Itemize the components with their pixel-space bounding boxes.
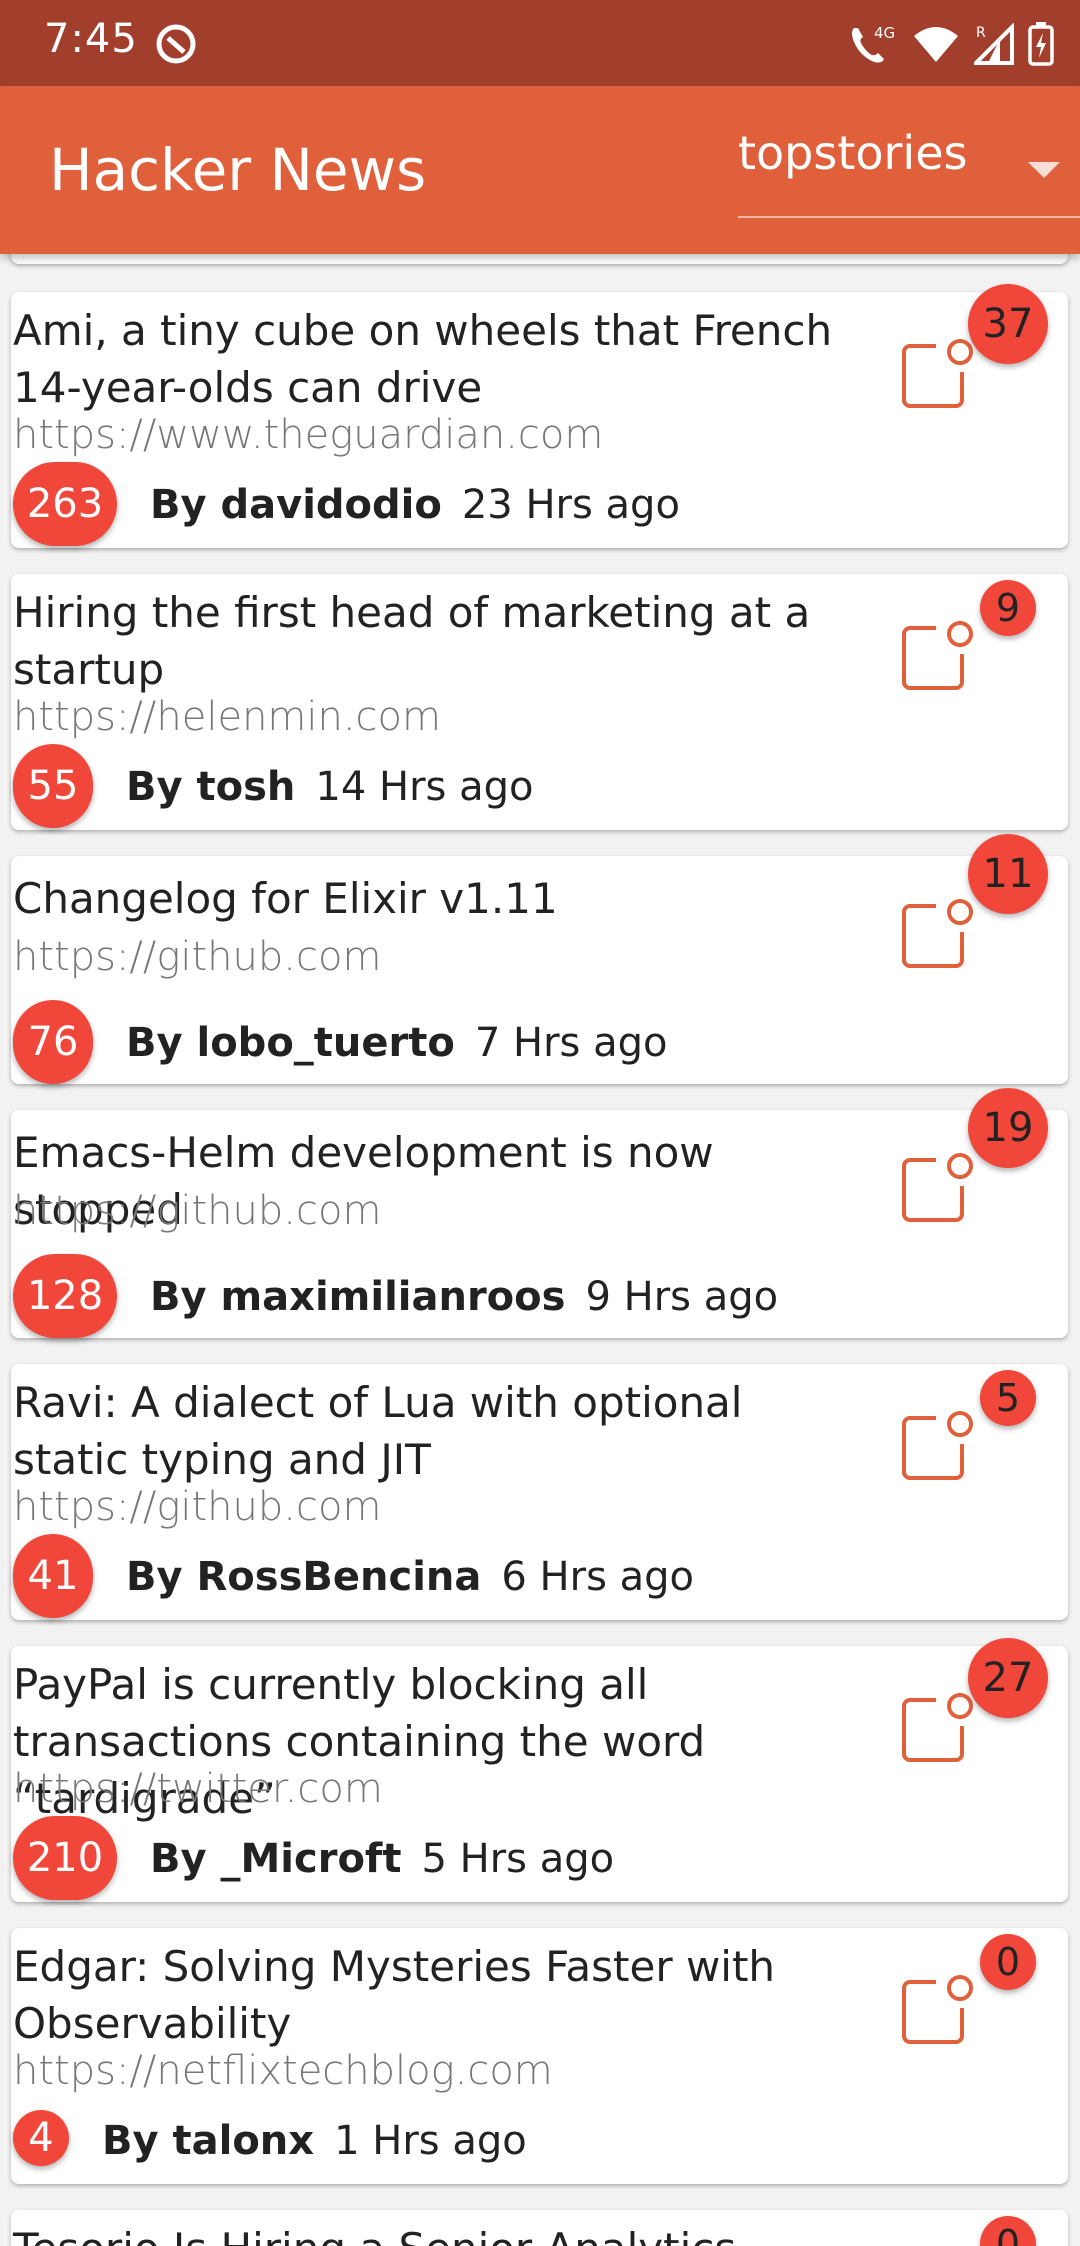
story-byline: By talonx 1 Hrs ago [102,2118,527,2164]
story-url[interactable]: https://twitter.com [13,1766,383,1812]
score-badge: 263 [13,462,117,546]
score-badge: 128 [13,1254,117,1338]
story-card[interactable]: Changelog for Elixir v1.11 https://githu… [11,834,1068,1084]
share-icon[interactable] [898,1688,978,1768]
story-time: 14 Hrs ago [315,764,534,810]
story-author[interactable]: By tosh [126,764,295,810]
comment-count-badge[interactable]: 0 [980,2216,1036,2246]
story-byline: By _Microft 5 Hrs ago [150,1836,614,1882]
story-author[interactable]: By maximilianroos [150,1274,565,1320]
story-type-dropdown[interactable]: topstories [738,116,1080,218]
svg-text:R: R [976,25,986,41]
comment-count-badge[interactable]: 0 [980,1934,1036,1990]
wifi-icon [914,27,958,62]
story-byline: By maximilianroos 9 Hrs ago [150,1274,778,1320]
story-author[interactable]: By RossBencina [126,1554,481,1600]
score-badge: 210 [13,1816,117,1900]
score-badge: 41 [13,1534,93,1618]
story-author[interactable]: By lobo_tuerto [126,1020,455,1066]
story-time: 6 Hrs ago [501,1554,694,1600]
comment-count-badge[interactable]: 5 [980,1370,1036,1426]
story-title[interactable]: Ravi: A dialect of Lua with optional sta… [13,1374,863,1488]
story-list[interactable]: Ami, a tiny cube on wheels that French 1… [0,254,1080,2246]
share-icon[interactable] [898,616,978,696]
share-icon[interactable] [898,1148,978,1228]
story-time: 5 Hrs ago [421,1836,615,1882]
story-url[interactable]: https://helenmin.com [13,694,441,740]
story-type-selected: topstories [738,126,968,180]
app-bar: Hacker News topstories [0,86,1080,254]
comment-count-badge[interactable]: 19 [968,1088,1048,1168]
wifi-calling-icon: 4G [852,24,895,63]
story-url[interactable]: https://github.com [13,1188,381,1234]
story-card[interactable]: Ami, a tiny cube on wheels that French 1… [11,284,1068,548]
comment-count-badge[interactable]: 37 [968,284,1048,364]
story-card[interactable]: PayPal is currently blocking all transac… [11,1638,1068,1902]
story-author[interactable]: By _Microft [150,1836,401,1882]
story-title[interactable]: Tesorio Is Hiring a Senior Analytics [13,2220,863,2246]
app-notification-icon [156,24,196,64]
story-card-partial-top[interactable] [11,254,1068,264]
story-time: 9 Hrs ago [585,1274,779,1320]
battery-charging-icon [1028,22,1054,66]
story-card[interactable]: Hiring the first head of marketing at a … [11,574,1068,830]
story-title[interactable]: Ami, a tiny cube on wheels that French 1… [13,302,863,416]
story-byline: By davidodio 23 Hrs ago [150,482,680,528]
score-badge: 4 [13,2110,69,2166]
score-badge: 55 [13,744,93,828]
story-byline: By RossBencina 6 Hrs ago [126,1554,694,1600]
svg-text:4G: 4G [874,24,895,42]
story-url[interactable]: https://github.com [13,1484,381,1530]
share-icon[interactable] [898,894,978,974]
story-title[interactable]: Edgar: Solving Mysteries Faster with Obs… [13,1938,863,2052]
story-url[interactable]: https://www.theguardian.com [13,412,603,458]
share-icon[interactable] [898,334,978,414]
story-byline: By lobo_tuerto 7 Hrs ago [126,1020,667,1066]
story-time: 7 Hrs ago [474,1020,668,1066]
status-bar: 7:45 4G R [0,0,1080,86]
story-byline: By tosh 14 Hrs ago [126,764,533,810]
status-time: 7:45 [44,16,138,62]
comment-count-badge[interactable]: 9 [980,580,1036,636]
share-icon[interactable] [898,1406,978,1486]
story-author[interactable]: By talonx [102,2118,314,2164]
story-card[interactable]: Tesorio Is Hiring a Senior Analytics 0 [11,2210,1068,2246]
story-url[interactable]: https://github.com [13,934,381,980]
story-url[interactable]: https://netflixtechblog.com [13,2048,553,2094]
story-author[interactable]: By davidodio [150,482,442,528]
story-card[interactable]: Edgar: Solving Mysteries Faster with Obs… [11,1928,1068,2184]
app-title: Hacker News [49,136,427,204]
chevron-down-icon [1028,162,1060,178]
score-badge: 76 [13,1000,93,1084]
story-time: 1 Hrs ago [334,2118,527,2164]
comment-count-badge[interactable]: 11 [968,834,1048,914]
story-card[interactable]: Ravi: A dialect of Lua with optional sta… [11,1364,1068,1620]
story-title[interactable]: Hiring the first head of marketing at a … [13,584,863,698]
story-card[interactable]: Emacs-Helm development is now stopped ht… [11,1088,1068,1338]
comment-count-badge[interactable]: 27 [968,1638,1048,1718]
story-time: 23 Hrs ago [461,482,680,528]
signal-icon: R [974,23,1014,65]
share-icon[interactable] [898,1970,978,2050]
story-title[interactable]: Changelog for Elixir v1.11 [13,870,863,927]
